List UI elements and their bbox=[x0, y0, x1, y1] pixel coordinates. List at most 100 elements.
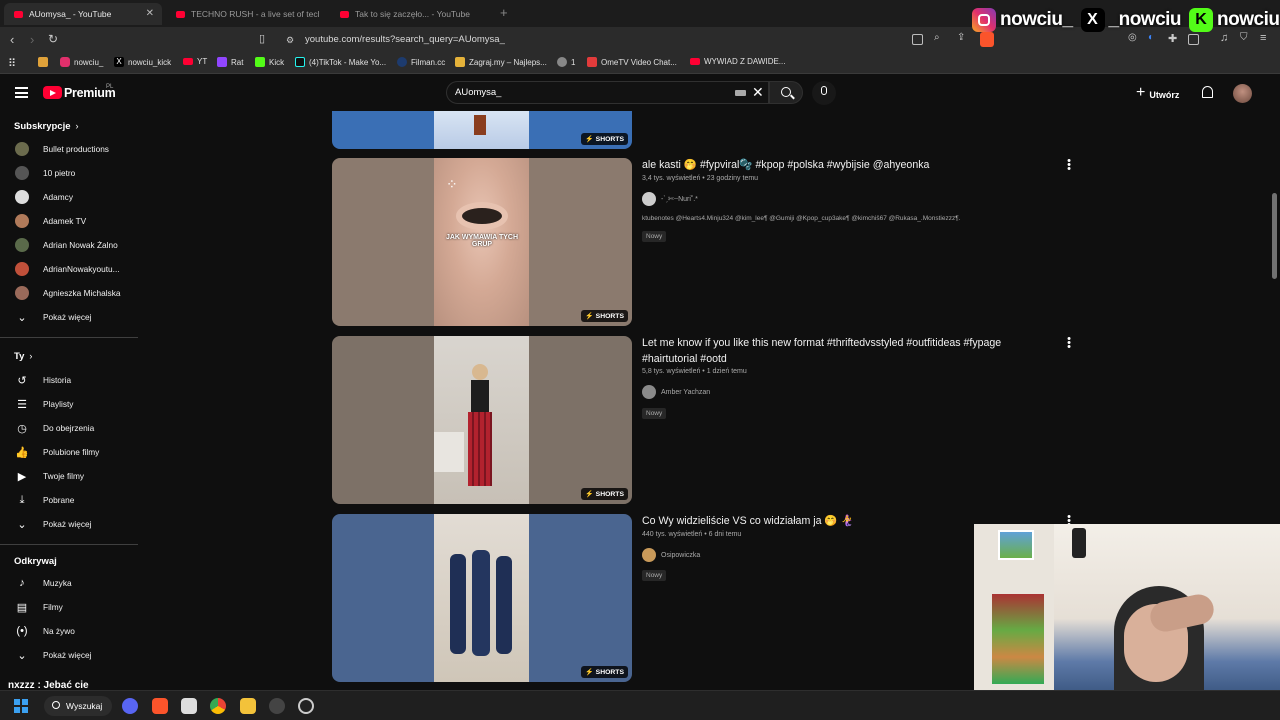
playlist-icon: ☰ bbox=[17, 398, 27, 411]
sidebar-item-do-obejrzenia[interactable]: ◷ Do obejrzenia bbox=[0, 417, 138, 439]
sidebar-sub-adamcy[interactable]: Adamcy bbox=[0, 186, 138, 208]
result-channel[interactable]: Amber Yachzan bbox=[642, 385, 710, 399]
tab-youtube-search[interactable]: AUomysa_ - YouTube ✕ bbox=[4, 3, 162, 25]
result-title[interactable]: ale kasti 🤭 #fypviral🫧 #kpop #polska #wy… bbox=[642, 157, 1042, 173]
result-channel[interactable]: -ˋˏ✄┈Nuri˚.* bbox=[642, 192, 698, 206]
taskbar-search[interactable]: Wyszukaj bbox=[44, 696, 112, 716]
sidebar-item-label: Adrian Nowak Żalno bbox=[43, 240, 118, 250]
chevron-down-icon: ⌄ bbox=[17, 518, 27, 531]
bookmark-tiktok[interactable]: (4)TikTok - Make Yo... bbox=[295, 57, 386, 67]
app-icon[interactable] bbox=[298, 698, 314, 714]
sidebar-item-twoje-filmy[interactable]: ▶ Twoje filmy bbox=[0, 465, 138, 487]
bookmark-label: Rat bbox=[231, 57, 244, 67]
film-icon: ▤ bbox=[16, 601, 28, 614]
sidebar-sub-adamek-tv[interactable]: Adamek TV bbox=[0, 210, 138, 232]
sidebar-sub-adrian-nowak-zalno[interactable]: Adrian Nowak Żalno bbox=[0, 234, 138, 256]
account-avatar[interactable] bbox=[1233, 84, 1252, 103]
subscriptions-header[interactable]: Subskrypcje › bbox=[14, 121, 79, 132]
bookmark-nowciu-kick[interactable]: Xnowciu_kick bbox=[114, 57, 171, 67]
kick-icon bbox=[255, 57, 265, 67]
sidebar-item-playlisty[interactable]: ☰ Playlisty bbox=[0, 393, 138, 415]
search-button[interactable] bbox=[769, 81, 803, 104]
sidebar-sub-adriannowakyoutu[interactable]: AdrianNowakyoutu... bbox=[0, 258, 138, 280]
bookmark-rat[interactable]: Rat bbox=[217, 57, 243, 67]
keyboard-icon[interactable] bbox=[735, 90, 746, 96]
tab-title: TECHNO RUSH - a live set of techno bbox=[191, 9, 319, 19]
sidebar-item-label: AdrianNowakyoutu... bbox=[43, 264, 120, 274]
youtube-icon bbox=[690, 58, 700, 65]
sidebar-item-label: Do obejrzenia bbox=[43, 423, 95, 433]
youtube-logo-icon[interactable] bbox=[43, 86, 62, 99]
bookmark-folder[interactable] bbox=[38, 57, 52, 67]
bookmark-kick[interactable]: Kick bbox=[255, 57, 284, 67]
zoom-icon[interactable]: ⌕ bbox=[934, 32, 940, 43]
apps-grid-icon[interactable]: ⠿ bbox=[8, 57, 16, 70]
sidebar-panel-icon[interactable] bbox=[1188, 34, 1199, 45]
sidebar-item-label: Twoje filmy bbox=[43, 471, 85, 481]
sidebar-item-polubione[interactable]: 👍 Polubione filmy bbox=[0, 441, 138, 463]
result-title[interactable]: Let me know if you like this new format … bbox=[642, 335, 1042, 367]
hamburger-menu-icon[interactable] bbox=[15, 87, 28, 98]
taskbar-search-label: Wyszukaj bbox=[66, 701, 103, 711]
bookmark-1[interactable]: 1 bbox=[557, 57, 575, 67]
more-options-icon[interactable]: ••• bbox=[1067, 334, 1071, 353]
sidebar-item-muzyka[interactable]: ♪ Muzyka bbox=[0, 572, 138, 594]
sidebar-item-na-zywo[interactable]: (•) Na żywo bbox=[0, 620, 138, 642]
search-input[interactable]: AUomysa_ ✕ bbox=[446, 81, 769, 104]
result-thumbnail[interactable]: JAK WYMAWIA TYCH GRUP ⁘ ⚡ SHORTS bbox=[332, 158, 632, 326]
new-badge: Nowy bbox=[642, 570, 667, 581]
close-tab-icon[interactable]: ✕ bbox=[146, 8, 154, 19]
page-scrollbar[interactable] bbox=[1272, 193, 1277, 279]
windows-start-icon[interactable] bbox=[14, 699, 28, 713]
site-info-icon[interactable]: ⚙ bbox=[286, 35, 294, 46]
result-channel[interactable]: Osipowiczka bbox=[642, 548, 700, 562]
sidebar-item-label: Agnieszka Michalska bbox=[43, 288, 121, 298]
bookmark-nowciu-instagram[interactable]: nowciu_ bbox=[60, 57, 103, 67]
bookmark-wywiad[interactable]: WYWIAD Z DAWIDE... bbox=[690, 57, 785, 66]
shorts-badge: ⚡ SHORTS bbox=[581, 310, 628, 322]
file-explorer-icon[interactable] bbox=[240, 698, 256, 714]
forward-arrow-icon[interactable]: › bbox=[30, 32, 34, 47]
tab-techno-rush[interactable]: TECHNO RUSH - a live set of techno bbox=[166, 3, 326, 25]
app-icon[interactable] bbox=[181, 698, 197, 714]
notifications-bell-icon[interactable] bbox=[1202, 86, 1213, 98]
sidebar-item-historia[interactable]: ↺ Historia bbox=[0, 369, 138, 391]
back-arrow-icon[interactable]: ‹ bbox=[10, 32, 14, 47]
brave-icon[interactable] bbox=[152, 698, 168, 714]
sidebar-show-more-explore[interactable]: ⌄ Pokaż więcej bbox=[0, 644, 138, 666]
you-header[interactable]: Ty › bbox=[14, 351, 32, 362]
bookmark-filman[interactable]: Filman.cc bbox=[397, 57, 445, 67]
search-icon bbox=[52, 701, 60, 709]
sidebar-sub-10-pietro[interactable]: 10 pietro bbox=[0, 162, 138, 184]
more-options-icon[interactable]: ••• bbox=[1067, 156, 1071, 175]
chrome-icon[interactable] bbox=[210, 698, 226, 714]
sidebar-sub-agnieszka-michalska[interactable]: Agnieszka Michalska bbox=[0, 282, 138, 304]
bookmark-yt[interactable]: YT bbox=[183, 57, 207, 66]
create-button[interactable]: + Utwórz bbox=[1136, 84, 1179, 102]
new-tab-icon[interactable]: + bbox=[500, 5, 508, 20]
obs-icon[interactable] bbox=[269, 698, 285, 714]
sidebar-item-pobrane[interactable]: ⤓ Pobrane bbox=[0, 489, 138, 511]
result-thumbnail-partial[interactable]: ⚡ SHORTS bbox=[332, 111, 632, 149]
short-frame bbox=[434, 336, 529, 504]
sidebar-show-more-subscriptions[interactable]: ⌄ Pokaż więcej bbox=[0, 306, 138, 328]
result-thumbnail[interactable]: ⚡ SHORTS bbox=[332, 514, 632, 682]
reload-icon[interactable]: ↻ bbox=[48, 32, 58, 46]
result-thumbnail[interactable]: ⚡ SHORTS bbox=[332, 336, 632, 504]
tab-tak-to-sie-zaczelo[interactable]: Tak to się zaczęło... - YouTube bbox=[330, 3, 490, 25]
bookmark-ometv[interactable]: OmeTV Video Chat... bbox=[587, 57, 677, 67]
share-icon[interactable]: ⇪ bbox=[957, 32, 965, 43]
cast-icon[interactable] bbox=[912, 34, 923, 45]
bookmark-zagraj[interactable]: Zagraj.my – Najleps... bbox=[455, 57, 547, 67]
voice-search-button[interactable] bbox=[812, 81, 836, 105]
your-videos-icon: ▶ bbox=[17, 470, 27, 483]
sidebar-item-filmy[interactable]: ▤ Filmy bbox=[0, 596, 138, 618]
sidebar-sub-bullet-productions[interactable]: Bullet productions bbox=[0, 138, 138, 160]
search-query[interactable]: AUomysa_ bbox=[455, 87, 501, 98]
bookmark-icon[interactable]: ▯ bbox=[259, 32, 265, 45]
chevron-down-icon: ⌄ bbox=[17, 311, 27, 324]
clear-search-icon[interactable]: ✕ bbox=[752, 84, 764, 101]
url-field[interactable]: youtube.com/results?search_query=AUomysa… bbox=[305, 34, 505, 45]
sidebar-show-more-you[interactable]: ⌄ Pokaż więcej bbox=[0, 513, 138, 535]
discord-icon[interactable] bbox=[122, 698, 138, 714]
